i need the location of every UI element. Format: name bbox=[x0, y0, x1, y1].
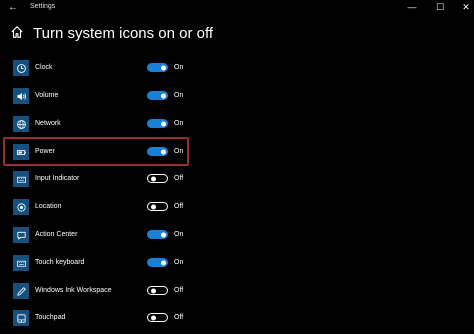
input-indicator-toggle[interactable] bbox=[147, 174, 168, 183]
toggle-state: On bbox=[174, 231, 184, 238]
network-toggle[interactable] bbox=[147, 119, 168, 128]
toggle-knob bbox=[160, 65, 166, 70]
pen-icon bbox=[13, 283, 29, 299]
toggle-state: On bbox=[174, 64, 184, 71]
toggle-knob bbox=[150, 288, 156, 293]
window-title: Settings bbox=[30, 3, 56, 10]
touchpad-toggle[interactable] bbox=[147, 313, 168, 322]
toggle-knob bbox=[160, 260, 166, 265]
setting-label: Touch keyboard bbox=[35, 259, 85, 266]
clock-icon bbox=[13, 60, 29, 76]
setting-row-touchpad: Touchpad Off bbox=[0, 310, 474, 334]
keyboard-icon bbox=[13, 171, 29, 187]
setting-row-power: Power On bbox=[0, 144, 474, 168]
volume-icon bbox=[13, 88, 29, 104]
toggle-state: Off bbox=[174, 287, 184, 294]
toggle-knob bbox=[150, 204, 156, 209]
battery-icon bbox=[13, 144, 29, 160]
setting-label: Input Indicator bbox=[35, 175, 80, 182]
toggle-knob bbox=[150, 176, 156, 181]
setting-label: Clock bbox=[35, 64, 53, 71]
action-center-icon bbox=[13, 227, 29, 243]
toggle-knob bbox=[160, 121, 166, 126]
location-icon bbox=[13, 199, 29, 215]
setting-label: Windows Ink Workspace bbox=[35, 287, 112, 294]
power-toggle[interactable] bbox=[147, 147, 168, 156]
setting-label: Network bbox=[35, 120, 61, 127]
setting-row-touch-keyboard: Touch keyboard On bbox=[0, 255, 474, 279]
maximize-button[interactable]: ☐ bbox=[434, 2, 446, 13]
touch-keyboard-toggle[interactable] bbox=[147, 258, 168, 267]
toggle-knob bbox=[150, 315, 156, 320]
close-button[interactable]: ✕ bbox=[460, 2, 472, 13]
title-bar: ← Settings — ☐ ✕ bbox=[0, 0, 474, 16]
setting-label: Volume bbox=[35, 92, 59, 99]
toggle-state: Off bbox=[174, 175, 184, 182]
setting-row-clock: Clock On bbox=[0, 60, 474, 84]
touchpad-icon bbox=[13, 310, 29, 326]
setting-row-input-indicator: Input Indicator Off bbox=[0, 171, 474, 195]
toggle-knob bbox=[160, 149, 166, 154]
location-toggle[interactable] bbox=[147, 202, 168, 211]
action-center-toggle[interactable] bbox=[147, 230, 168, 239]
toggle-state: On bbox=[174, 120, 184, 127]
setting-row-location: Location Off bbox=[0, 199, 474, 223]
toggle-state: On bbox=[174, 148, 184, 155]
windows-ink-workspace-toggle[interactable] bbox=[147, 286, 168, 295]
setting-label: Action Center bbox=[35, 231, 78, 238]
setting-label: Power bbox=[35, 148, 55, 155]
toggle-knob bbox=[160, 232, 166, 237]
setting-row-windows-ink-workspace: Windows Ink Workspace Off bbox=[0, 283, 474, 307]
clock-toggle[interactable] bbox=[147, 63, 168, 72]
volume-toggle[interactable] bbox=[147, 91, 168, 100]
home-icon[interactable] bbox=[10, 25, 24, 39]
toggle-state: On bbox=[174, 92, 184, 99]
toggle-state: On bbox=[174, 259, 184, 266]
setting-label: Location bbox=[35, 203, 62, 210]
touch-keyboard-icon bbox=[13, 255, 29, 271]
toggle-knob bbox=[160, 93, 166, 98]
setting-row-action-center: Action Center On bbox=[0, 227, 474, 251]
page-title: Turn system icons on or off bbox=[33, 25, 214, 42]
back-button[interactable]: ← bbox=[8, 2, 18, 14]
setting-label: Touchpad bbox=[35, 314, 66, 321]
minimize-button[interactable]: — bbox=[406, 2, 418, 13]
setting-row-volume: Volume On bbox=[0, 88, 474, 112]
network-globe-icon bbox=[13, 116, 29, 132]
toggle-state: Off bbox=[174, 203, 184, 210]
toggle-state: Off bbox=[174, 314, 184, 321]
